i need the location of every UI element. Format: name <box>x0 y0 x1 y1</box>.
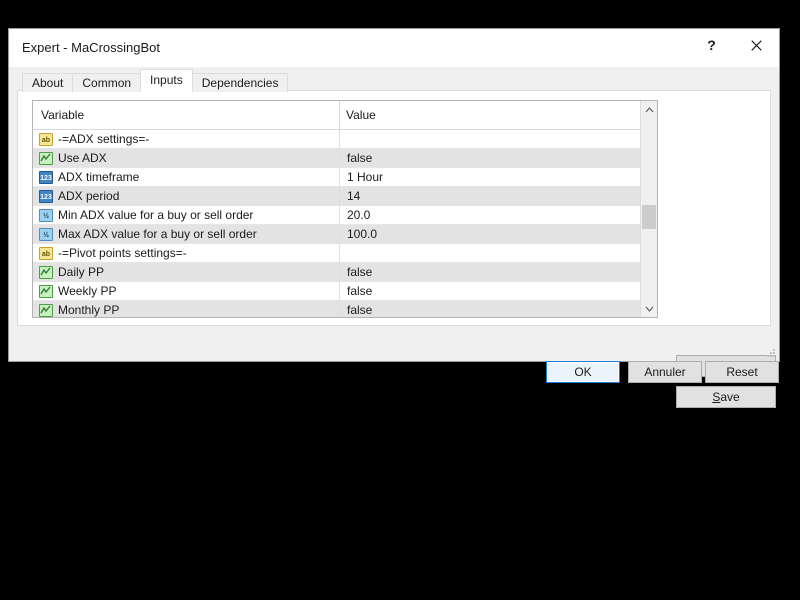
double-type-icon: ½ <box>39 227 53 241</box>
column-divider <box>339 101 340 129</box>
grid-header-row: Variable Value <box>33 101 640 130</box>
boolean-type-icon <box>39 265 53 279</box>
caption-buttons: ? <box>689 29 779 61</box>
row-variable-cell: 123 ADX period <box>33 187 339 205</box>
scrollbar-thumb[interactable] <box>642 205 656 230</box>
row-variable-label: Weekly PP <box>58 284 117 298</box>
table-row[interactable]: Monthly PP false <box>33 301 640 317</box>
title-bar: Expert - MaCrossingBot ? <box>9 29 779 67</box>
tab-dependencies[interactable]: Dependencies <box>191 73 289 92</box>
row-value-cell[interactable]: 20.0 <box>339 206 640 224</box>
tab-about[interactable]: About <box>22 73 74 92</box>
close-icon[interactable] <box>734 29 779 61</box>
row-variable-label: ADX timeframe <box>58 170 140 184</box>
row-value-cell[interactable] <box>339 244 640 262</box>
integer-type-icon: 123 <box>39 170 53 184</box>
table-row[interactable]: ½ Min ADX value for a buy or sell order … <box>33 206 640 225</box>
save-button[interactable]: Save <box>676 386 776 408</box>
double-type-icon: ½ <box>39 208 53 222</box>
expert-properties-dialog: Expert - MaCrossingBot ? About Common In… <box>8 28 780 408</box>
row-variable-label: Use ADX <box>58 151 107 165</box>
row-variable-cell: Use ADX <box>33 149 339 167</box>
string-type-icon: ab <box>39 132 53 146</box>
row-variable-label: Min ADX value for a buy or sell order <box>58 208 254 222</box>
row-variable-cell: ab -=ADX settings=- <box>33 130 339 148</box>
column-header-value[interactable]: Value <box>346 108 376 122</box>
table-row[interactable]: 123 ADX timeframe 1 Hour <box>33 168 640 187</box>
table-row[interactable]: ab -=Pivot points settings=- <box>33 244 640 263</box>
row-variable-cell: ½ Max ADX value for a buy or sell order <box>33 225 339 243</box>
reset-button[interactable]: Reset <box>705 361 779 383</box>
table-row[interactable]: Weekly PP false <box>33 282 640 301</box>
string-type-icon: ab <box>39 246 53 260</box>
row-variable-label: Daily PP <box>58 265 105 279</box>
window-title: Expert - MaCrossingBot <box>22 40 160 55</box>
integer-type-icon: 123 <box>39 189 53 203</box>
column-header-variable[interactable]: Variable <box>41 108 84 122</box>
row-value-cell[interactable]: 1 Hour <box>339 168 640 186</box>
screen: Expert - MaCrossingBot ? About Common In… <box>0 0 800 600</box>
save-accel-letter: S <box>712 390 721 404</box>
row-value-cell[interactable]: 14 <box>339 187 640 205</box>
row-value-cell[interactable]: false <box>339 301 640 317</box>
row-variable-cell: ½ Min ADX value for a buy or sell order <box>33 206 339 224</box>
row-variable-cell: Daily PP <box>33 263 339 281</box>
table-row[interactable]: 123 ADX period 14 <box>33 187 640 206</box>
ok-button[interactable]: OK <box>546 361 620 383</box>
row-variable-cell: ab -=Pivot points settings=- <box>33 244 339 262</box>
row-variable-label: Monthly PP <box>58 303 120 317</box>
table-row[interactable]: ½ Max ADX value for a buy or sell order … <box>33 225 640 244</box>
boolean-type-icon <box>39 151 53 165</box>
row-variable-label: Max ADX value for a buy or sell order <box>58 227 257 241</box>
inputs-tab-page: Variable Value ab -=ADX settings=- Use A… <box>17 90 776 408</box>
row-value-cell[interactable]: false <box>339 282 640 300</box>
row-variable-cell: Weekly PP <box>33 282 339 300</box>
row-value-cell[interactable]: 100.0 <box>339 225 640 243</box>
row-variable-label: ADX period <box>58 189 120 203</box>
inputs-grid: Variable Value ab -=ADX settings=- Use A… <box>32 100 658 318</box>
resize-grip[interactable] <box>765 347 777 359</box>
table-row[interactable]: Use ADX false <box>33 149 640 168</box>
grid-vertical-scrollbar[interactable] <box>640 101 657 317</box>
row-value-cell[interactable]: false <box>339 149 640 167</box>
inputs-grid-body: Variable Value ab -=ADX settings=- Use A… <box>33 101 640 317</box>
scroll-down-arrow-icon[interactable] <box>641 300 657 317</box>
table-row[interactable]: ab -=ADX settings=- <box>33 130 640 149</box>
cancel-button[interactable]: Annuler <box>628 361 702 383</box>
boolean-type-icon <box>39 303 53 317</box>
row-variable-cell: Monthly PP <box>33 301 339 317</box>
table-row[interactable]: Daily PP false <box>33 263 640 282</box>
help-question-icon[interactable]: ? <box>689 29 734 61</box>
tab-common[interactable]: Common <box>72 73 142 92</box>
row-value-cell[interactable] <box>339 130 640 148</box>
tab-inputs[interactable]: Inputs <box>140 69 193 91</box>
scroll-up-arrow-icon[interactable] <box>641 101 657 118</box>
row-variable-label: -=Pivot points settings=- <box>58 246 187 260</box>
boolean-type-icon <box>39 284 53 298</box>
row-variable-label: -=ADX settings=- <box>58 132 150 146</box>
tab-strip: About Common Inputs Dependencies <box>22 69 289 92</box>
row-variable-cell: 123 ADX timeframe <box>33 168 339 186</box>
save-label-rest: ave <box>720 390 740 404</box>
row-value-cell[interactable]: false <box>339 263 640 281</box>
